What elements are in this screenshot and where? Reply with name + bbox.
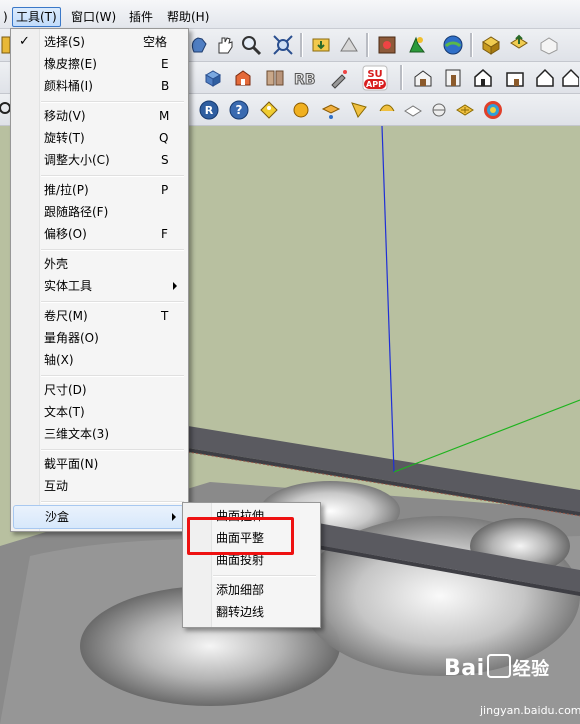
menu-item-eraser[interactable]: 橡皮擦(E) E xyxy=(13,53,184,75)
menu-item-outer-shell[interactable]: 外壳 xyxy=(13,253,184,275)
top-view-icon[interactable] xyxy=(440,65,466,91)
menu-item-rotate[interactable]: 旋转(T) Q xyxy=(13,127,184,149)
flip-edge-icon[interactable] xyxy=(480,97,506,123)
menu-separator xyxy=(41,449,184,451)
ruby-console-icon[interactable]: R xyxy=(196,97,222,123)
menu-plugins[interactable]: 插件 xyxy=(126,8,156,26)
menu-separator xyxy=(41,501,184,503)
toolbar-separator xyxy=(400,65,403,90)
from-contours-icon[interactable] xyxy=(318,97,344,123)
building-tool-icon[interactable] xyxy=(230,65,256,91)
drape-icon[interactable] xyxy=(426,97,452,123)
menu-separator xyxy=(41,249,184,251)
zoom-icon[interactable] xyxy=(238,32,264,58)
menu-item-protractor[interactable]: 量角器(O) xyxy=(13,327,184,349)
menu-item-scale[interactable]: 调整大小(C) S xyxy=(13,149,184,171)
menu-item-solid-tools[interactable]: 实体工具 xyxy=(13,275,184,297)
menu-separator xyxy=(41,301,184,303)
highlight-box xyxy=(187,517,294,555)
iso-view-icon[interactable] xyxy=(410,65,436,91)
watermark-url: jingyan.baidu.com xyxy=(480,704,580,717)
right-view-icon[interactable] xyxy=(502,65,528,91)
tag-tool-icon[interactable] xyxy=(256,97,282,123)
toolbar-separator xyxy=(300,33,303,57)
menu-bar: ) 工具(T) 窗口(W) 插件 帮助(H) xyxy=(0,0,580,29)
stamp-icon[interactable] xyxy=(400,97,426,123)
menu-separator xyxy=(41,175,184,177)
toolbar-separator xyxy=(470,33,473,57)
menu-item-section-plane[interactable]: 截平面(N) xyxy=(13,453,184,475)
su-app-label-1: SU xyxy=(367,69,382,80)
menu-item-paint-bucket[interactable]: 颜料桶(I) B xyxy=(13,75,184,97)
components-icon[interactable] xyxy=(478,32,504,58)
menu-separator xyxy=(41,101,184,103)
left-view-icon[interactable] xyxy=(560,65,580,91)
menu-separator xyxy=(41,375,184,377)
share-model-icon[interactable] xyxy=(336,32,362,58)
green-axis xyxy=(393,399,580,473)
spray-tool-icon[interactable] xyxy=(326,65,352,91)
mirror-tool-icon[interactable] xyxy=(262,65,288,91)
menu-item-axes[interactable]: 轴(X) xyxy=(13,349,184,371)
menu-item-interact[interactable]: 互动 xyxy=(13,475,184,497)
blue-axis xyxy=(381,126,395,473)
su-app-label-2: APP xyxy=(366,80,384,89)
menu-window[interactable]: 窗口(W) xyxy=(68,8,119,26)
sphere-tool-icon[interactable] xyxy=(288,97,314,123)
menu-item-dimension[interactable]: 尺寸(D) xyxy=(13,379,184,401)
submenu-item-add-detail[interactable]: 添加细部 xyxy=(185,579,316,601)
watermark-brand: Bai 经验 xyxy=(444,654,550,681)
box-tool-icon[interactable] xyxy=(200,65,226,91)
menu-item-offset[interactable]: 偏移(O) F xyxy=(13,223,184,245)
menu-help[interactable]: 帮助(H) xyxy=(164,8,212,26)
pan-hand-icon[interactable] xyxy=(212,32,238,58)
back-view-icon[interactable] xyxy=(532,65,558,91)
zoom-extents-icon[interactable] xyxy=(270,32,296,58)
menu-item-push-pull[interactable]: 推/拉(P) P xyxy=(13,179,184,201)
upload-component-icon[interactable] xyxy=(506,32,532,58)
google-earth-snapshot-icon[interactable] xyxy=(374,32,400,58)
svg-text:R: R xyxy=(205,104,214,117)
su-app-icon[interactable]: SU APP xyxy=(362,65,388,91)
menu-tools[interactable]: 工具(T) xyxy=(12,7,61,27)
tools-menu: ✓ 选择(S) 空格 橡皮擦(E) E 颜料桶(I) B 移动(V) M 旋转(… xyxy=(10,28,189,532)
google-earth-icon[interactable] xyxy=(440,32,466,58)
help-icon[interactable]: ? xyxy=(226,97,252,123)
rb-tool-icon[interactable]: RB xyxy=(292,65,318,91)
toggle-terrain-icon[interactable] xyxy=(404,32,430,58)
toolbar-separator xyxy=(366,33,369,57)
from-scratch-icon[interactable] xyxy=(346,97,372,123)
submenu-item-flip-edge[interactable]: 翻转边线 xyxy=(185,601,316,623)
menu-item-select[interactable]: ✓ 选择(S) 空格 xyxy=(13,31,184,53)
menu-separator xyxy=(213,575,316,577)
get-models-icon[interactable] xyxy=(308,32,334,58)
menu-item-3d-text[interactable]: 三维文本(3) xyxy=(13,423,184,445)
add-detail-icon[interactable] xyxy=(452,97,478,123)
checkmark-icon: ✓ xyxy=(19,34,30,49)
submenu-arrow-icon xyxy=(172,513,176,521)
menu-item-follow-me[interactable]: 跟随路径(F) xyxy=(13,201,184,223)
menu-item-sandbox[interactable]: 沙盒 xyxy=(13,505,184,529)
menu-item-text[interactable]: 文本(T) xyxy=(13,401,184,423)
submenu-arrow-icon xyxy=(173,282,177,290)
front-view-icon[interactable] xyxy=(470,65,496,91)
component-outline-icon[interactable] xyxy=(536,32,562,58)
menu-edit-fragment[interactable]: ) xyxy=(0,8,11,26)
menu-item-tape-measure[interactable]: 卷尺(M) T xyxy=(13,305,184,327)
smoove-icon[interactable] xyxy=(374,97,400,123)
svg-text:?: ? xyxy=(236,103,243,117)
orbit-hand-icon[interactable] xyxy=(186,32,212,58)
menu-item-move[interactable]: 移动(V) M xyxy=(13,105,184,127)
svg-text:RB: RB xyxy=(294,72,315,88)
